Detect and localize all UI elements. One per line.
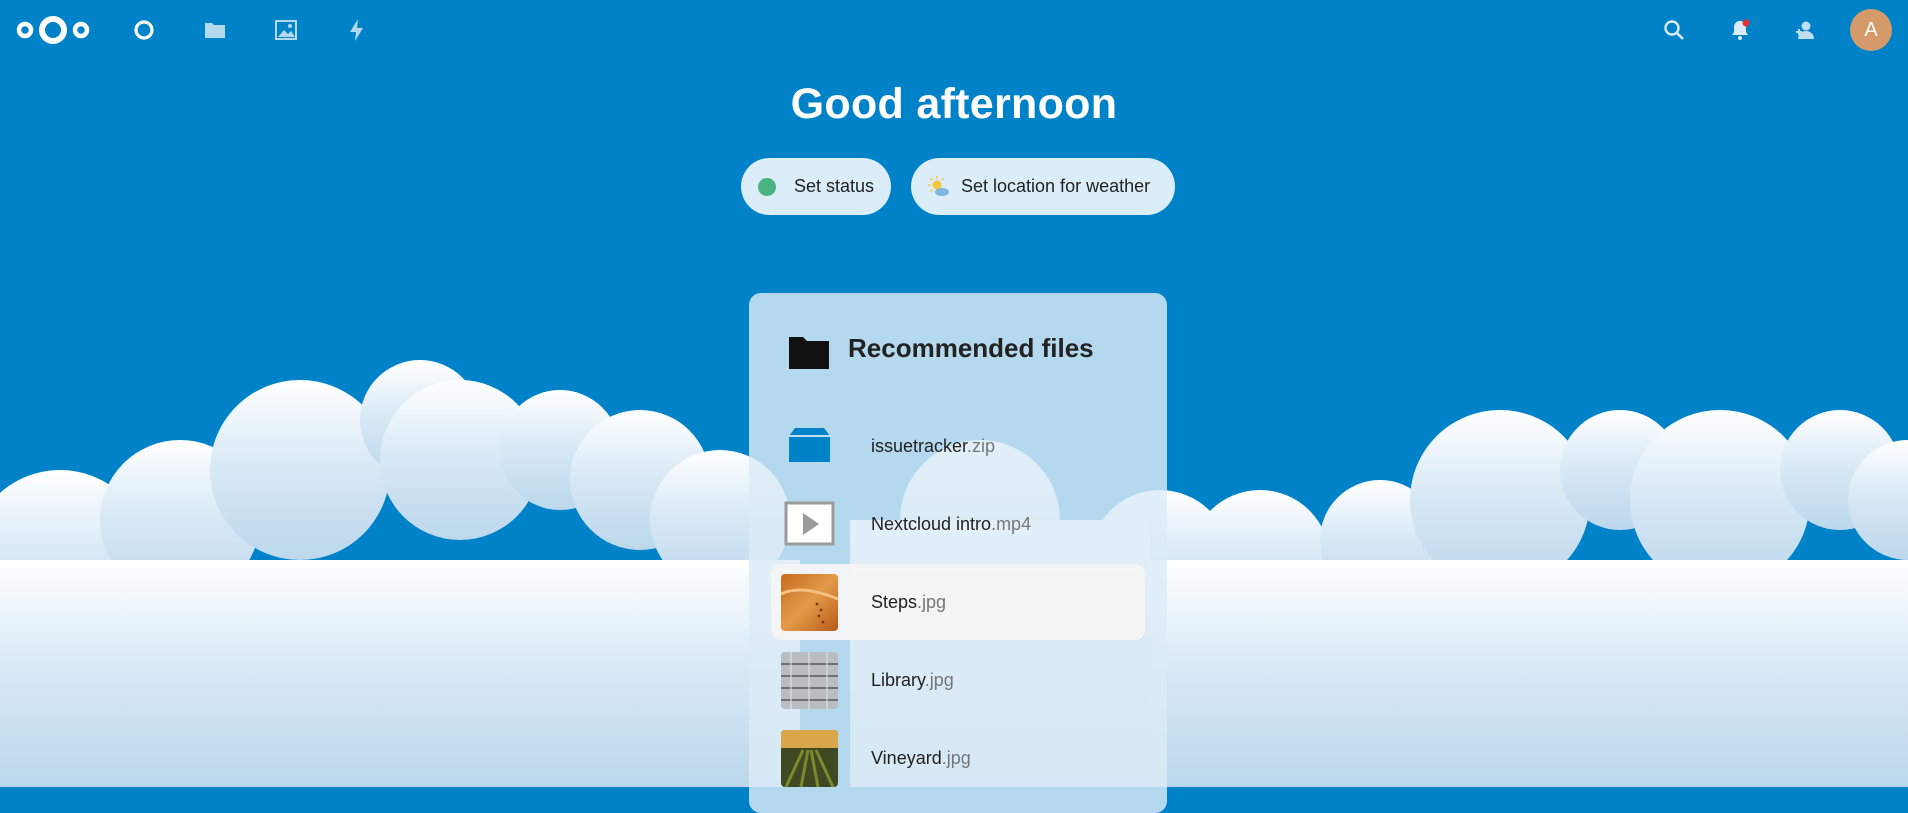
- file-item-nextcloud-intro[interactable]: Nextcloud intro.mp4: [771, 486, 1145, 562]
- file-name: Nextcloud intro.mp4: [871, 514, 1032, 534]
- nextcloud-logo[interactable]: [12, 12, 94, 48]
- search-icon[interactable]: [1654, 10, 1694, 50]
- greeting-title: Good afternoon: [790, 80, 1118, 128]
- notifications-icon[interactable]: [1720, 10, 1760, 50]
- vineyard-thumbnail: [781, 730, 838, 787]
- steps-thumbnail: [781, 574, 838, 631]
- set-weather-location-button[interactable]: Set location for weather: [911, 158, 1175, 215]
- folder-icon: [789, 335, 829, 374]
- file-name: Steps.jpg: [871, 592, 947, 612]
- file-name: Vineyard.jpg: [871, 748, 971, 768]
- set-status-label: Set status: [794, 176, 875, 196]
- weather-label: Set location for weather: [961, 176, 1151, 196]
- file-item-steps[interactable]: Steps.jpg: [771, 564, 1145, 640]
- dashboard-icon[interactable]: [124, 10, 164, 50]
- file-item-issuetracker[interactable]: issuetracker.zip: [771, 408, 1145, 484]
- avatar[interactable]: A: [1850, 9, 1892, 51]
- set-status-button[interactable]: Set status: [741, 158, 891, 215]
- recommended-files-panel: Recommended files issuetracker.zip Nextc…: [749, 293, 1167, 813]
- library-thumbnail: [781, 652, 838, 709]
- photos-icon[interactable]: [266, 10, 306, 50]
- package-icon: [781, 418, 838, 475]
- avatar-letter: A: [1864, 18, 1878, 41]
- contacts-icon[interactable]: [1785, 10, 1825, 50]
- top-bar: A: [0, 0, 1908, 60]
- file-name: Library.jpg: [871, 670, 954, 690]
- activity-icon[interactable]: [337, 10, 377, 50]
- status-dot-icon: [758, 177, 776, 196]
- weather-sun-icon: [927, 175, 951, 199]
- file-name: issuetracker.zip: [871, 436, 996, 456]
- file-item-vineyard[interactable]: Vineyard.jpg: [771, 720, 1145, 796]
- video-icon: [781, 496, 838, 553]
- file-item-library[interactable]: Library.jpg: [771, 642, 1145, 718]
- panel-title: Recommended files: [848, 333, 1094, 363]
- files-icon[interactable]: [195, 10, 235, 50]
